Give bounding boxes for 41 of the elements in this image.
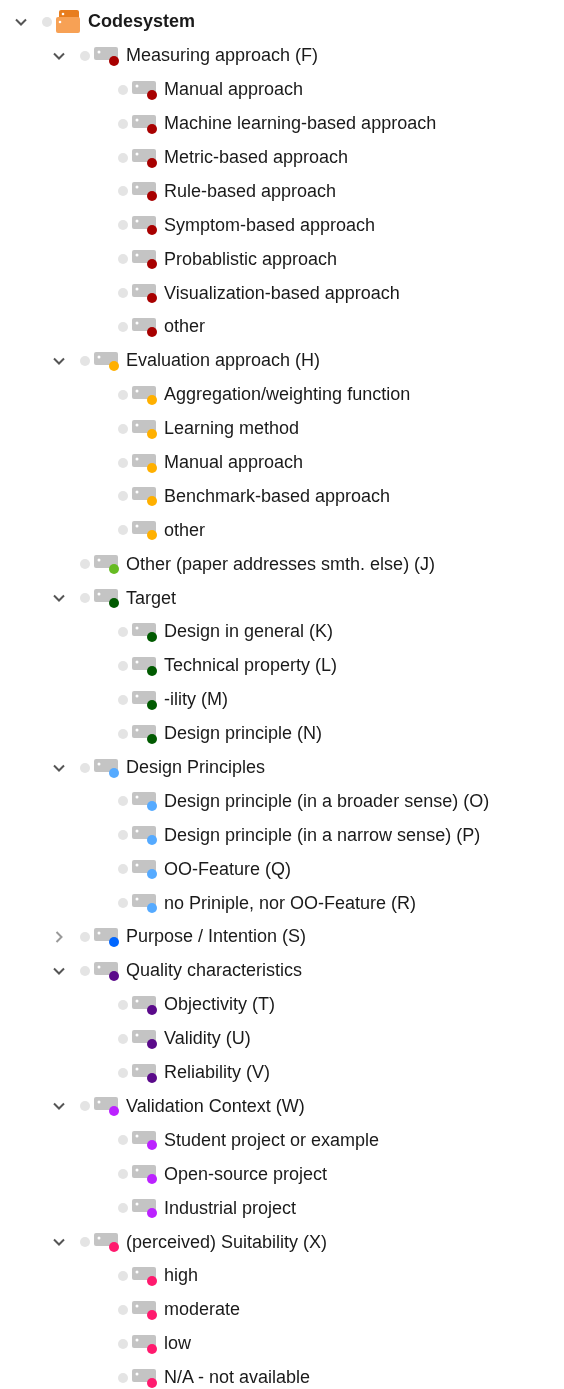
tree-item-label[interactable]: OO-Feature (Q) (164, 855, 292, 883)
tree-item-label[interactable]: Reliability (V) (164, 1059, 271, 1087)
tree-item-label[interactable]: Visualization-based approach (164, 279, 400, 307)
tree-item-label[interactable]: (perceived) Suitability (X) (126, 1228, 328, 1256)
tree-item-label[interactable]: Design principle (in a narrow sense) (P) (164, 821, 481, 849)
tree-item-label[interactable]: Quality characteristics (126, 957, 303, 985)
tree-item-label[interactable]: Industrial project (164, 1194, 297, 1222)
tree-item-label[interactable]: Rule-based approach (164, 177, 337, 205)
tree-item-label[interactable]: Design principle (N) (164, 720, 323, 748)
tree-root-label[interactable]: Codesystem (88, 8, 196, 36)
tree-item-label[interactable]: Measuring approach (F) (126, 42, 319, 70)
tree-item-label[interactable]: Machine learning-based approach (164, 110, 437, 138)
tree-item-label[interactable]: -ility (M) (164, 686, 228, 714)
tree-item-label[interactable]: Symptom-based approach (164, 211, 376, 239)
tree-item-label[interactable]: other (164, 516, 206, 544)
tree-item-label[interactable]: Design in general (K) (164, 618, 334, 646)
tree-item-label[interactable]: Metric-based approach (164, 144, 349, 171)
tree-item-label[interactable]: Manual approach (164, 449, 304, 476)
tree-item-label[interactable]: Design Principles (126, 754, 266, 782)
tree-item-label[interactable]: Target (126, 584, 177, 612)
tree-item-label[interactable]: Probablistic approach (164, 245, 338, 273)
tree-item-label[interactable]: Student project or example (164, 1126, 380, 1154)
tree-item-label[interactable]: Aggregation/weighting function (164, 381, 411, 409)
tree-item-label[interactable]: Learning method (164, 415, 300, 443)
tree-item-label[interactable]: Other (paper addresses smth. else) (J) (126, 550, 436, 578)
tree-item-label[interactable]: no Priniple, nor OO-Feature (R) (164, 889, 417, 917)
tree-item-label[interactable]: high (164, 1262, 199, 1290)
tree-item-label[interactable]: Benchmark-based approach (164, 482, 391, 510)
tree-item-label[interactable]: Objectivity (T) (164, 991, 275, 1019)
tree-item-label[interactable]: low (164, 1330, 191, 1358)
tree-item-label[interactable]: Open-source project (164, 1160, 328, 1188)
tree-item-label[interactable]: Validation Context (W) (126, 1092, 305, 1120)
tree-item-label[interactable]: other (164, 313, 206, 341)
tree-item-label[interactable]: Validity (U) (164, 1025, 251, 1053)
tree-item-label[interactable]: Manual approach (164, 76, 304, 104)
tree-item-label[interactable]: Technical property (L) (164, 652, 338, 680)
tree-item-label[interactable]: Design principle (in a broader sense) (O) (164, 787, 490, 815)
tree-item-label[interactable]: N/A - not available (164, 1364, 311, 1389)
tree-item-label[interactable]: moderate (164, 1296, 241, 1324)
tree-item-label[interactable]: Evaluation approach (H) (126, 347, 321, 375)
tree-item-label[interactable]: Purpose / Intention (S) (126, 923, 307, 951)
